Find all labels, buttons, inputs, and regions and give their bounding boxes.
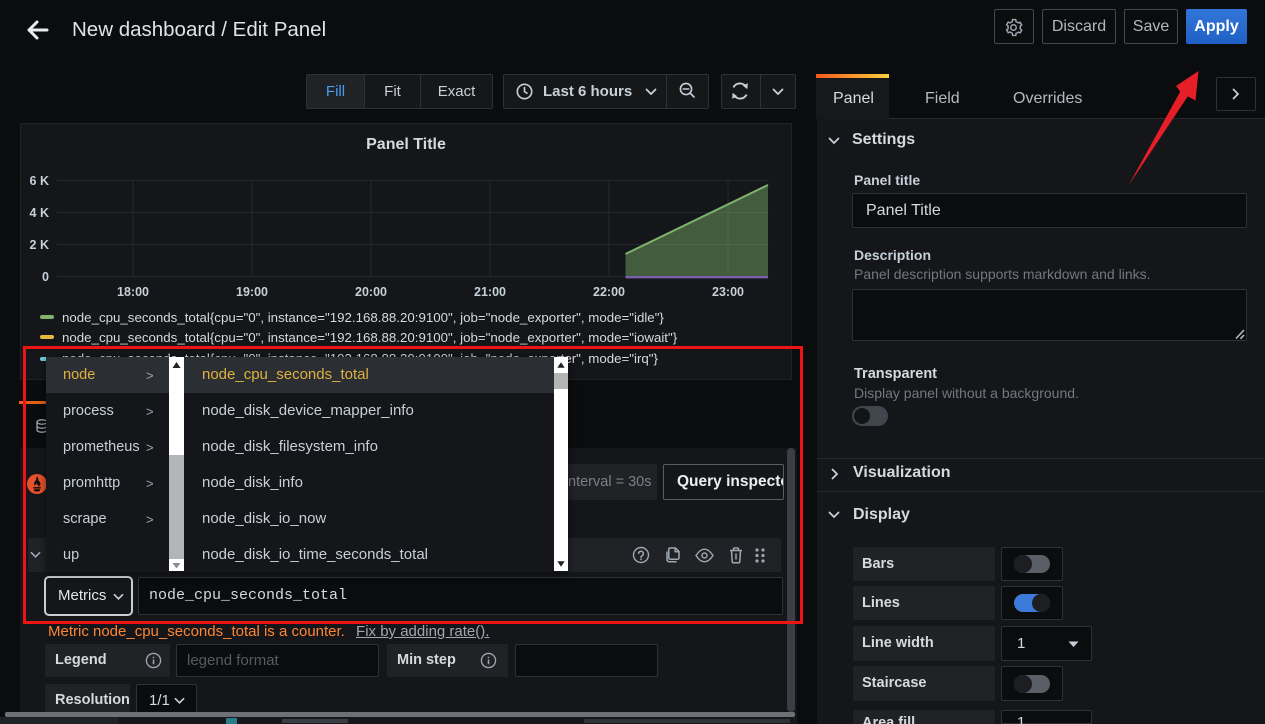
- svg-text:22:00: 22:00: [593, 285, 625, 299]
- svg-text:6 K: 6 K: [30, 174, 49, 188]
- svg-text:19:00: 19:00: [236, 285, 268, 299]
- svg-text:23:00: 23:00: [712, 285, 744, 299]
- svg-text:4 K: 4 K: [30, 206, 49, 220]
- svg-text:20:00: 20:00: [355, 285, 387, 299]
- svg-text:21:00: 21:00: [474, 285, 506, 299]
- svg-text:0: 0: [42, 270, 49, 284]
- svg-text:2 K: 2 K: [30, 238, 49, 252]
- svg-text:18:00: 18:00: [117, 285, 149, 299]
